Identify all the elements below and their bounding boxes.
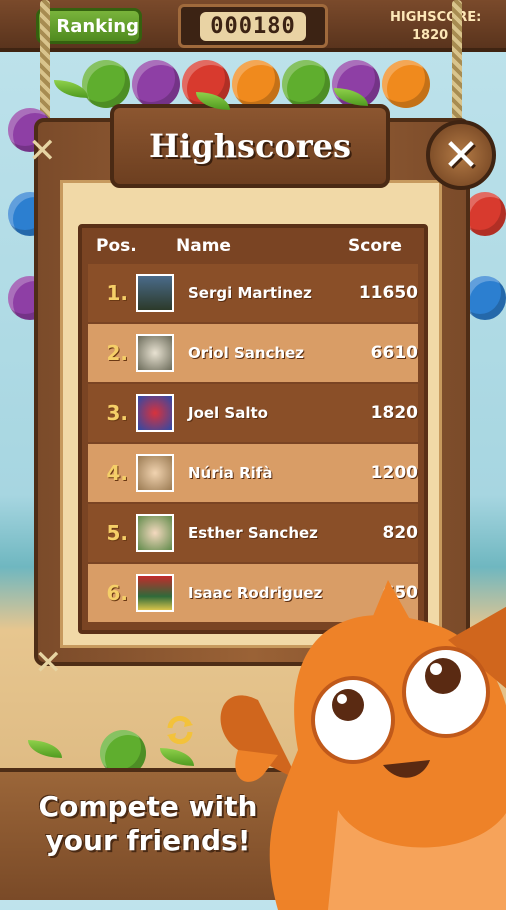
player-name: Núria Rifà	[188, 464, 358, 482]
title-plank: Highscores	[110, 104, 390, 188]
rope-lashing: ✕	[28, 134, 57, 168]
table-row: 1. Sergi Martinez 11650	[88, 264, 418, 322]
avatar	[136, 394, 174, 432]
highscores-table: Pos. Name Score 1. Sergi Martinez 11650 …	[78, 224, 428, 634]
top-bar: Ranking 000180 HIGHSCORE: 1820	[0, 0, 506, 52]
avatar	[136, 454, 174, 492]
bubble	[132, 60, 180, 108]
row-rank: 4.	[88, 461, 128, 485]
highscore-label: HIGHSCORE:	[390, 10, 481, 25]
bubble	[82, 60, 130, 108]
score-display: 000180	[178, 4, 328, 48]
ranking-button[interactable]: Ranking	[36, 8, 142, 44]
avatar	[136, 274, 174, 312]
rope-right	[452, 0, 462, 130]
table-header: Pos. Name Score	[82, 228, 424, 264]
avatar	[136, 514, 174, 552]
score-value: 000180	[200, 12, 305, 41]
rope-lashing: ✕	[34, 646, 63, 680]
panel-title: Highscores	[149, 127, 351, 165]
table-row: 2. Oriol Sanchez 6610	[88, 324, 418, 382]
avatar	[136, 334, 174, 372]
row-rank: 2.	[88, 341, 128, 365]
refresh-icon[interactable]	[162, 712, 198, 748]
row-rank: 6.	[88, 581, 128, 605]
close-button[interactable]: ✕	[426, 120, 496, 190]
player-name: Esther Sanchez	[188, 524, 358, 542]
bubble	[232, 60, 280, 108]
fox-mascot	[218, 580, 506, 910]
player-score: 11650	[358, 283, 418, 303]
player-name: Joel Salto	[188, 404, 358, 422]
bubble	[282, 60, 330, 108]
player-score: 1820	[358, 403, 418, 423]
column-header-name: Name	[176, 236, 231, 256]
leaf-decoration	[160, 748, 194, 766]
ranking-button-label: Ranking	[56, 16, 139, 37]
table-row: 3. Joel Salto 1820	[88, 384, 418, 442]
leaf-decoration	[28, 740, 62, 758]
row-rank: 5.	[88, 521, 128, 545]
bubble	[464, 192, 506, 236]
table-row: 5. Esther Sanchez 820	[88, 504, 418, 562]
bubble	[464, 276, 506, 320]
player-score: 6610	[358, 343, 418, 363]
player-name: Oriol Sanchez	[188, 344, 358, 362]
bubble	[382, 60, 430, 108]
column-header-score: Score	[348, 236, 402, 256]
player-score: 820	[358, 523, 418, 543]
player-score: 1200	[358, 463, 418, 483]
avatar	[136, 574, 174, 612]
row-rank: 1.	[88, 281, 128, 305]
row-rank: 3.	[88, 401, 128, 425]
player-name: Sergi Martinez	[188, 284, 358, 302]
close-icon: ✕	[443, 130, 480, 181]
column-header-pos: Pos.	[96, 236, 137, 256]
highscore-value: 1820	[412, 28, 448, 43]
table-row: 4. Núria Rifà 1200	[88, 444, 418, 502]
